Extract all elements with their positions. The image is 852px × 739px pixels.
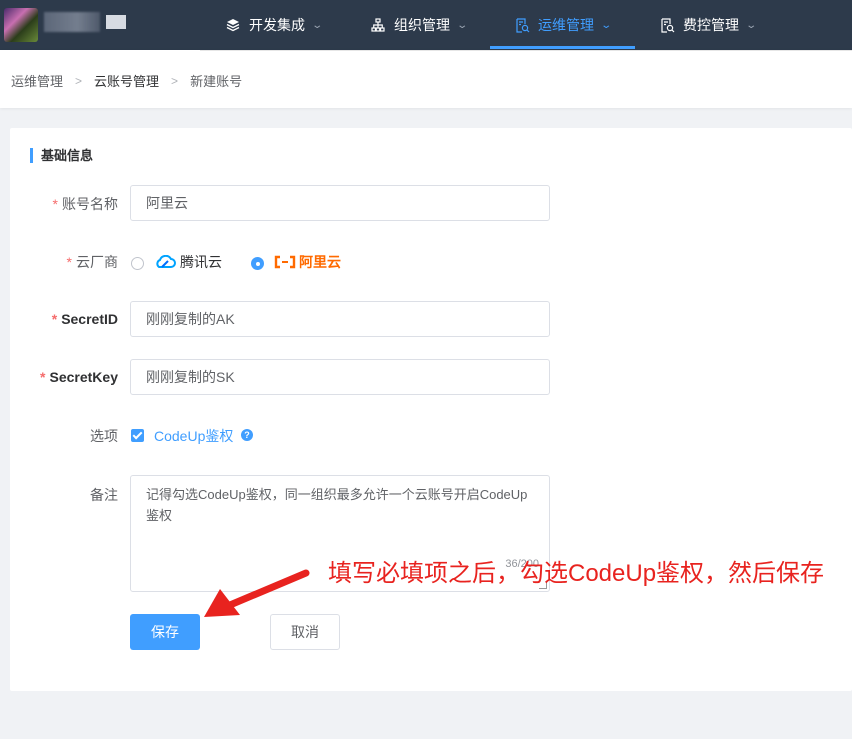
chevron-down-icon: ⌄ — [456, 19, 469, 31]
nav-item-dev-integration[interactable]: 开发集成 ⌄ — [225, 0, 324, 50]
radio-tencent[interactable] — [131, 257, 144, 270]
required-asterisk: * — [52, 196, 58, 212]
secret-id-label: * SecretID — [51, 311, 118, 327]
section-title: 基础信息 — [30, 148, 93, 163]
nav-item-label: 运维管理 — [538, 17, 594, 33]
breadcrumb-item-new-account: 新建账号 — [190, 74, 243, 89]
breadcrumb-item-cloud-accounts[interactable]: 云账号管理 — [94, 71, 159, 90]
tencent-cloud-option[interactable]: 腾讯云 — [154, 252, 222, 272]
org-tree-icon — [370, 17, 386, 33]
form-card: 基础信息 * 账号名称 阿里云 * 云厂商 腾讯云 阿里云 * SecretID 刚刚… — [10, 128, 852, 691]
cost-doc-search-icon — [659, 17, 675, 33]
chevron-down-icon: ⌄ — [745, 19, 758, 31]
cube-stack-icon — [225, 17, 241, 33]
breadcrumb-item-ops[interactable]: 运维管理 — [11, 71, 63, 90]
nav-item-org-management[interactable]: 组织管理 ⌄ — [370, 0, 469, 50]
account-name-label: * 账号名称 — [52, 196, 118, 212]
codeup-auth-checkbox[interactable] — [131, 429, 144, 442]
options-label: 选项 — [90, 428, 118, 444]
nav-item-cost-management[interactable]: 费控管理 ⌄ — [659, 0, 758, 50]
aliyun-option[interactable]: 阿里云 — [274, 252, 341, 272]
blurred-username-extra — [106, 15, 126, 29]
secret-key-label: * SecretKey — [40, 369, 118, 385]
chevron-right-icon: > — [75, 73, 83, 88]
chevron-right-icon: > — [171, 73, 179, 88]
help-icon[interactable]: ? — [241, 429, 253, 441]
divider — [200, 50, 852, 51]
remark-text: 记得勾选CodeUp鉴权，同一组织最多允许一个云账号开启CodeUp鉴权 — [146, 487, 528, 523]
tencent-cloud-icon — [154, 255, 176, 269]
ops-doc-search-icon — [514, 17, 530, 33]
annotation-text: 填写必填项之后，勾选CodeUp鉴权，然后保存 — [328, 560, 825, 587]
nav-item-label: 费控管理 — [683, 17, 739, 33]
required-asterisk: * — [66, 254, 72, 270]
chevron-down-icon: ⌄ — [600, 19, 613, 31]
save-button[interactable]: 保存 — [130, 614, 200, 650]
provider-label: * 云厂商 — [66, 254, 118, 270]
account-name-input[interactable]: 阿里云 — [130, 185, 550, 221]
nav-item-label: 开发集成 — [249, 17, 305, 33]
secret-key-input[interactable]: 刚刚复制的SK — [130, 359, 550, 395]
remark-label: 备注 — [90, 487, 118, 503]
required-asterisk: * — [40, 369, 46, 385]
breadcrumb: 运维管理 > 云账号管理 > 新建账号 — [11, 71, 242, 90]
nav-item-ops-management[interactable]: 运维管理 ⌄ — [514, 0, 613, 50]
aliyun-logo-icon — [274, 255, 296, 269]
nav-item-label: 组织管理 — [394, 17, 450, 33]
secret-id-input[interactable]: 刚刚复制的AK — [130, 301, 550, 337]
chevron-down-icon: ⌄ — [311, 19, 324, 31]
required-asterisk: * — [51, 311, 58, 327]
user-avatar[interactable] — [4, 8, 38, 42]
codeup-auth-label[interactable]: CodeUp鉴权 — [154, 426, 233, 446]
breadcrumb-bar: 运维管理 > 云账号管理 > 新建账号 — [0, 50, 852, 108]
active-nav-indicator — [490, 46, 635, 49]
top-navbar: 开发集成 ⌄ 组织管理 ⌄ 运维管理 ⌄ 费控管理 ⌄ — [0, 0, 852, 50]
radio-aliyun[interactable] — [251, 257, 264, 270]
blurred-username — [44, 12, 100, 32]
annotation-arrow-icon — [204, 569, 310, 617]
